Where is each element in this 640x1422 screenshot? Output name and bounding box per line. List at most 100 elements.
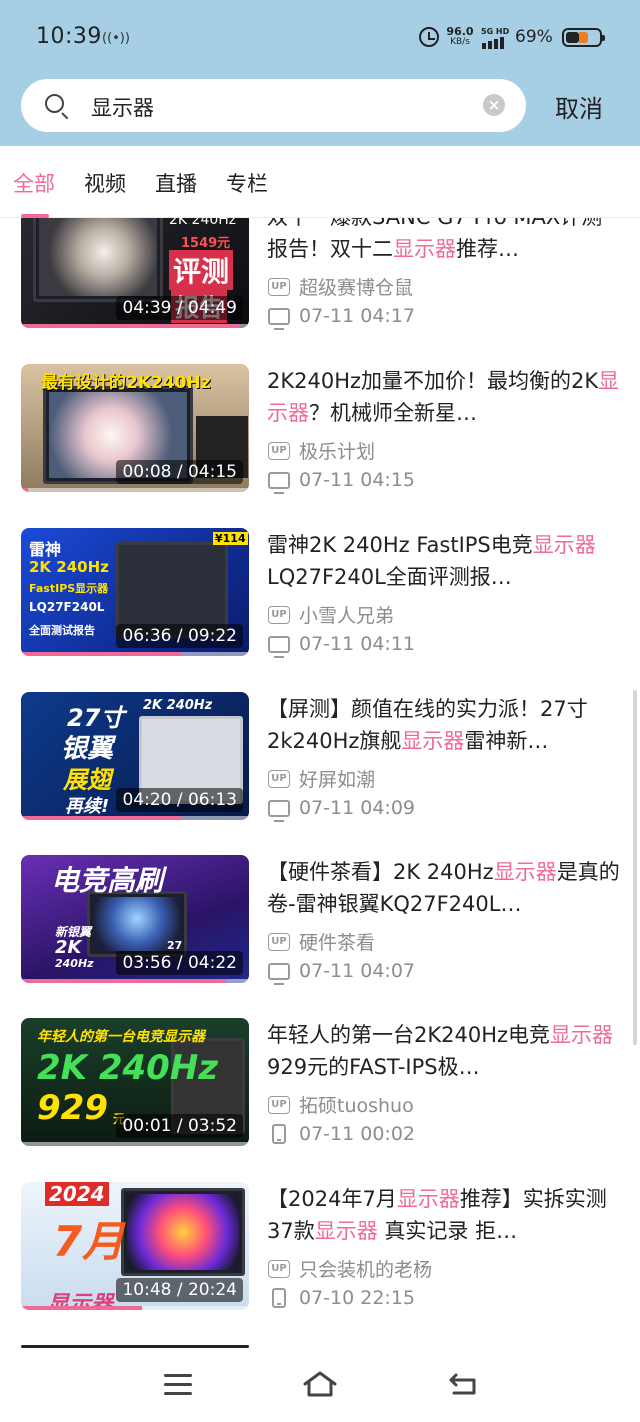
menu-icon[interactable] bbox=[164, 1374, 192, 1396]
video-item[interactable]: 27寸 银翼 展翅 再续! 2K 240Hz 04:20 / 06:13 【屏测… bbox=[0, 692, 640, 822]
video-duration: 00:08 / 04:15 bbox=[116, 460, 243, 484]
video-uploader[interactable]: UP 硬件茶看 bbox=[268, 928, 375, 955]
watch-progress bbox=[21, 979, 249, 983]
home-icon[interactable] bbox=[302, 1370, 338, 1398]
tab-live[interactable]: 直播 bbox=[155, 168, 197, 198]
video-duration: 03:56 / 04:22 bbox=[116, 951, 243, 975]
video-date: 07-11 04:15 bbox=[268, 469, 415, 494]
tab-active-indicator bbox=[21, 214, 49, 218]
video-duration: 00:01 / 03:52 bbox=[116, 1114, 243, 1138]
video-title[interactable]: 2K240Hz加量不加价！最均衡的2K显示器？机械师全新星… bbox=[267, 365, 623, 429]
watch-progress bbox=[21, 488, 249, 492]
video-item[interactable]: 2024 7月 显示器 10:48 / 20:24 【2024年7月显示器推荐】… bbox=[0, 1182, 640, 1312]
video-date: 07-11 04:07 bbox=[268, 960, 415, 985]
thumb-text: 展翅 bbox=[63, 766, 111, 794]
video-item[interactable]: 年轻人的第一台电竞显示器 2K 240Hz 929 元 00:01 / 03:5… bbox=[0, 1018, 640, 1148]
search-bar[interactable]: 显示器 × bbox=[21, 79, 526, 132]
thumb-text: 雷神 bbox=[29, 540, 62, 559]
thumb-text: 240Hz bbox=[55, 957, 94, 970]
video-thumbnail[interactable]: 2K 240Hz 1549元 评测 报告 04:39 / 04:49 bbox=[21, 218, 249, 328]
search-input[interactable]: 显示器 bbox=[91, 92, 154, 122]
tab-columns[interactable]: 专栏 bbox=[226, 168, 268, 198]
scrollbar[interactable] bbox=[633, 690, 637, 1045]
network-speed: 96.0 KB/s bbox=[444, 25, 476, 47]
thumb-text: 评测 bbox=[169, 250, 234, 290]
back-icon[interactable] bbox=[448, 1372, 478, 1396]
thumb-text: 7月 bbox=[53, 1217, 125, 1266]
battery-icon bbox=[562, 28, 605, 47]
thumb-text: 2024 bbox=[45, 1182, 109, 1206]
watch-progress bbox=[21, 816, 249, 820]
video-result-list[interactable]: 2K 240Hz 1549元 评测 报告 04:39 / 04:49 双十一爆款… bbox=[0, 218, 640, 1348]
video-title[interactable]: 雷神2K 240Hz FastIPS电竞显示器LQ27F240L全面评测报… bbox=[267, 529, 623, 593]
video-title[interactable]: 年轻人的第一台2K240Hz电竞显示器929元的FAST-IPS极… bbox=[267, 1019, 623, 1083]
video-thumbnail[interactable]: 27寸 银翼 展翅 再续! 2K 240Hz 04:20 / 06:13 bbox=[21, 692, 249, 820]
thumb-text: 2K 240Hz bbox=[169, 218, 237, 228]
thumb-text: FastIPS显示器 bbox=[29, 582, 109, 595]
video-item[interactable]: 最有设计的2K240Hz 00:08 / 04:15 2K240Hz加量不加价！… bbox=[0, 364, 640, 494]
tab-videos[interactable]: 视频 bbox=[84, 168, 126, 198]
status-bar: 10:39 ((•)) 96.0 KB/s 5G HD 69% bbox=[0, 0, 640, 76]
video-thumbnail[interactable]: 雷神 2K 240Hz FastIPS显示器 LQ27F240L 全面测试报告 … bbox=[21, 528, 249, 656]
video-item[interactable]: 雷神 2K 240Hz FastIPS显示器 LQ27F240L 全面测试报告 … bbox=[0, 528, 640, 658]
video-uploader[interactable]: UP 极乐计划 bbox=[268, 437, 375, 464]
video-date: 07-11 04:17 bbox=[268, 305, 415, 330]
video-uploader[interactable]: UP 好屏如潮 bbox=[268, 765, 375, 792]
signal-icon: 5G HD bbox=[480, 27, 510, 49]
tv-icon bbox=[268, 635, 290, 658]
speed-value: 96.0 bbox=[446, 25, 474, 38]
video-thumbnail[interactable]: 2024 7月 显示器 10:48 / 20:24 bbox=[21, 1182, 249, 1310]
thumb-text: ¥114 bbox=[213, 532, 248, 545]
video-item[interactable]: 电竞高刷 新银翼 2K 240Hz 27 03:56 / 04:22 【硬件茶看… bbox=[0, 855, 640, 985]
video-uploader[interactable]: UP 小雪人兄弟 bbox=[268, 601, 394, 628]
video-title[interactable]: 【硬件茶看】2K 240Hz显示器是真的卷-雷神银翼KQ27F240L… bbox=[267, 856, 623, 920]
thumb-text: 年轻人的第一台电竞显示器 bbox=[37, 1029, 205, 1045]
speed-unit: KB/s bbox=[450, 37, 470, 47]
clock: 10:39 bbox=[36, 24, 102, 49]
video-title[interactable]: 双十一爆款SANC G7 Pro MAX评测报告！双十二显示器推荐… bbox=[267, 218, 623, 265]
thumb-text: 2K bbox=[55, 937, 82, 958]
hotspot-icon: ((•)) bbox=[102, 31, 130, 46]
tv-icon bbox=[268, 471, 290, 494]
thumb-text: 2K 240Hz bbox=[29, 558, 109, 576]
thumb-text: LQ27F240L bbox=[29, 600, 105, 614]
alarm-icon bbox=[419, 27, 439, 47]
up-icon: UP bbox=[268, 441, 290, 460]
phone-icon bbox=[272, 1124, 286, 1144]
video-uploader[interactable]: UP 超级赛博仓鼠 bbox=[268, 273, 413, 300]
video-date: 07-11 00:02 bbox=[268, 1123, 415, 1145]
thumb-text: 电竞高刷 bbox=[51, 864, 164, 897]
video-date: 07-11 04:09 bbox=[268, 797, 415, 822]
video-title[interactable]: 【屏测】颜值在线的实力派！27寸2k240Hz旗舰显示器雷神新… bbox=[267, 693, 623, 757]
up-icon: UP bbox=[268, 932, 290, 951]
video-uploader[interactable]: UP 只会装机的老杨 bbox=[268, 1255, 432, 1282]
video-date: 07-10 22:15 bbox=[268, 1287, 415, 1309]
system-nav-bar bbox=[0, 1348, 640, 1422]
up-icon: UP bbox=[268, 1259, 290, 1278]
search-icon bbox=[45, 94, 64, 113]
header: 10:39 ((•)) 96.0 KB/s 5G HD 69% 显示器 × 取消 bbox=[0, 0, 640, 146]
watch-progress bbox=[21, 1142, 249, 1146]
video-date: 07-11 04:11 bbox=[268, 633, 415, 658]
thumb-text: 2K 240Hz bbox=[143, 698, 213, 713]
video-uploader[interactable]: UP 拓硕tuoshuo bbox=[268, 1091, 414, 1118]
video-thumbnail[interactable]: 年轻人的第一台电竞显示器 2K 240Hz 929 元 00:01 / 03:5… bbox=[21, 1018, 249, 1146]
watch-progress bbox=[21, 1306, 249, 1310]
video-title[interactable]: 【2024年7月显示器推荐】实拆实测37款显示器 真实记录 拒… bbox=[267, 1183, 623, 1247]
video-duration: 10:48 / 20:24 bbox=[116, 1278, 243, 1302]
video-thumbnail[interactable]: 电竞高刷 新银翼 2K 240Hz 27 03:56 / 04:22 bbox=[21, 855, 249, 983]
battery-percent: 69% bbox=[515, 27, 553, 47]
cancel-button[interactable]: 取消 bbox=[555, 89, 603, 124]
video-duration: 04:39 / 04:49 bbox=[116, 296, 243, 320]
video-thumbnail[interactable]: 最有设计的2K240Hz 00:08 / 04:15 bbox=[21, 364, 249, 492]
up-icon: UP bbox=[268, 769, 290, 788]
search-tabs: 全部 视频 直播 专栏 bbox=[0, 146, 640, 218]
video-item[interactable]: 2K 240Hz 1549元 评测 报告 04:39 / 04:49 双十一爆款… bbox=[0, 218, 640, 330]
tab-all[interactable]: 全部 bbox=[13, 168, 55, 198]
tv-icon bbox=[268, 962, 290, 985]
thumb-text: 2K 240Hz bbox=[37, 1048, 219, 1088]
watch-progress bbox=[21, 652, 249, 656]
phone-icon bbox=[272, 1288, 286, 1308]
video-duration: 06:36 / 09:22 bbox=[116, 624, 243, 648]
clear-icon[interactable]: × bbox=[483, 94, 505, 116]
